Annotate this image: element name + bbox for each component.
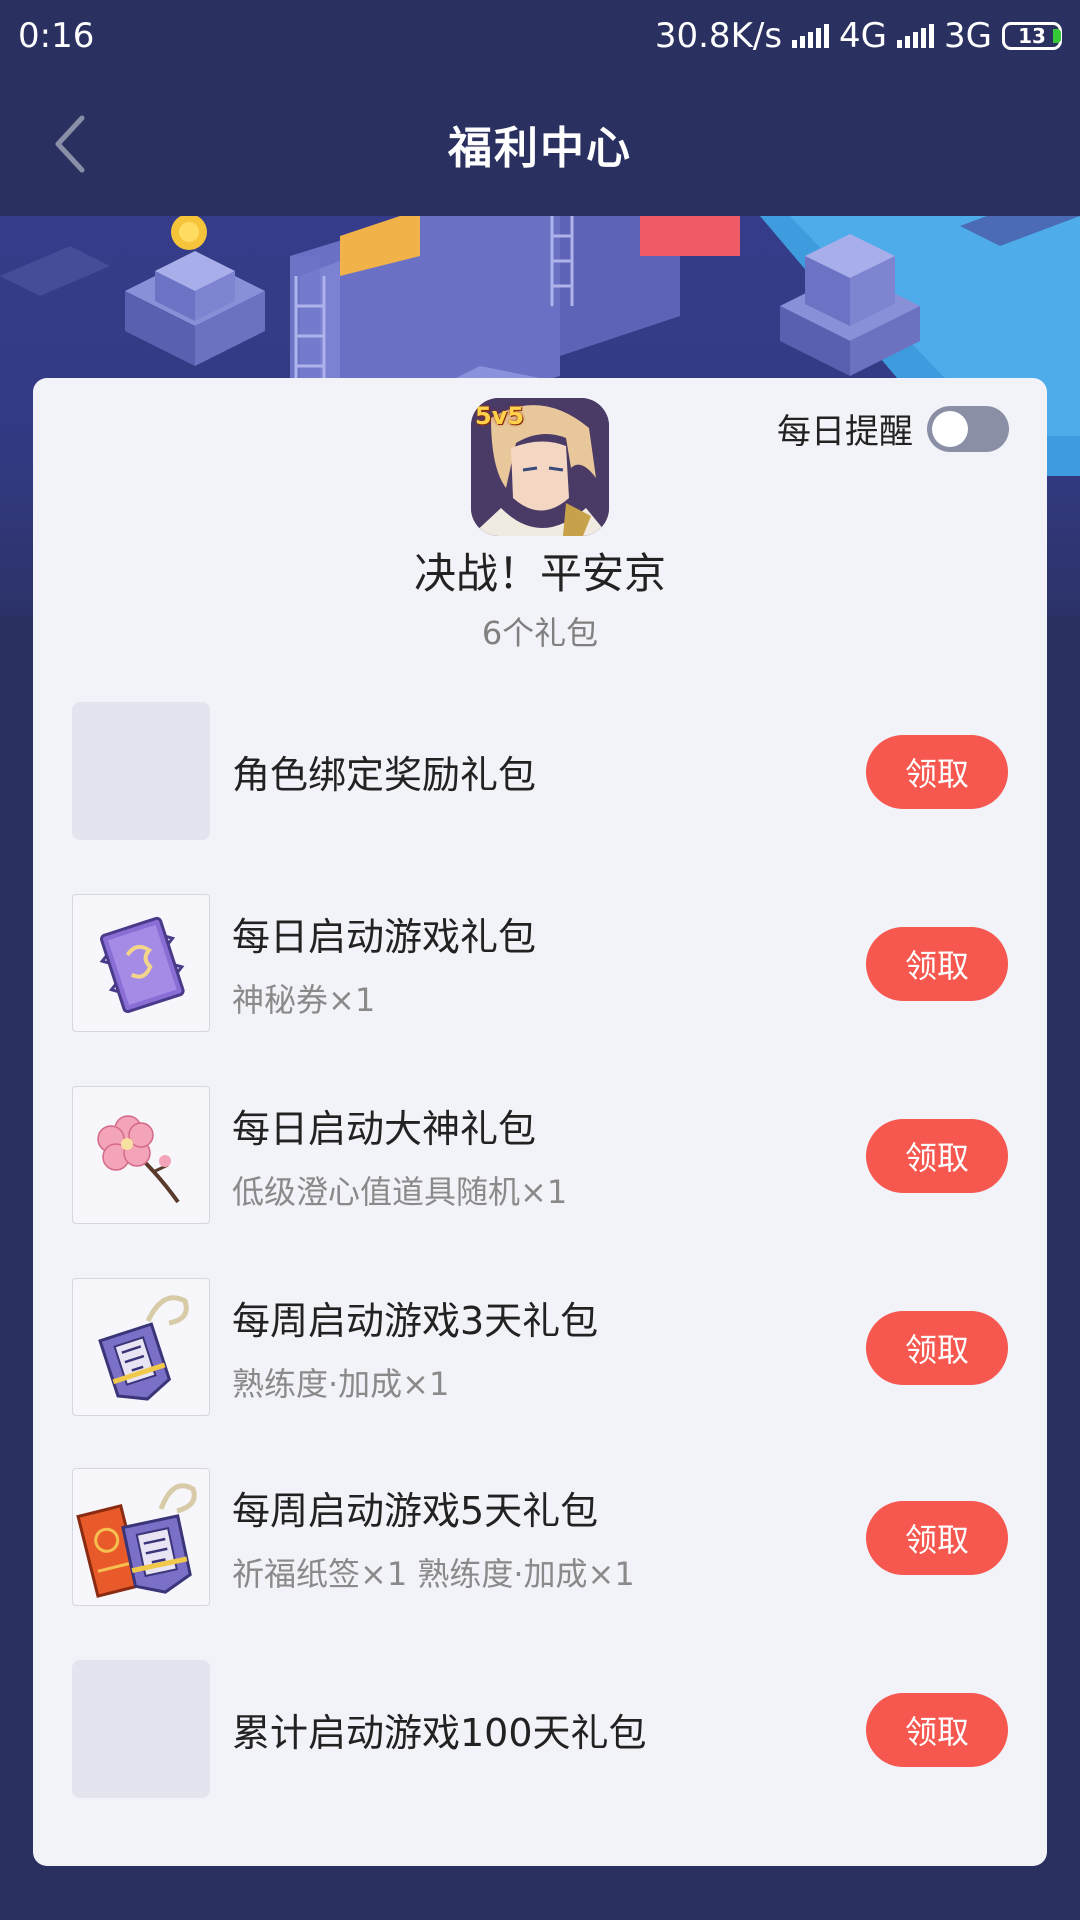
gift-name: 角色绑定奖励礼包 (232, 752, 537, 797)
gift-text: 每日启动大神礼包 低级澄心值道具随机×1 (232, 1086, 852, 1224)
gift-desc: 祈福纸签×1 熟练度·加成×1 (232, 1554, 635, 1593)
signal-icon (792, 24, 830, 48)
gift-desc: 熟练度·加成×1 (232, 1364, 450, 1403)
gift-row: 累计启动游戏100天礼包 领取 (72, 1660, 1008, 1798)
claim-button[interactable]: 领取 (866, 927, 1008, 1001)
reminder-label: 每日提醒 (777, 412, 913, 452)
status-time: 0:16 (18, 16, 95, 56)
mystery-ticket-icon (72, 894, 210, 1032)
gift-row: 每日启动游戏礼包 神秘券×1 领取 (72, 894, 1008, 1032)
gift-row: 每日启动大神礼包 低级澄心值道具随机×1 领取 (72, 1086, 1008, 1224)
gift-name: 每周启动游戏3天礼包 (232, 1298, 599, 1343)
status-bar: 0:16 30.8K/s 4G 3G 13 (0, 0, 1080, 72)
game-name: 决战！平安京 (413, 549, 666, 598)
claim-button[interactable]: 领取 (866, 1119, 1008, 1193)
back-button[interactable] (40, 112, 100, 176)
gift-name: 每周启动游戏5天礼包 (232, 1488, 599, 1533)
gift-name: 每日启动游戏礼包 (232, 914, 537, 959)
page-title: 福利中心 (448, 123, 632, 174)
paper-slip-amulet-icon (72, 1468, 210, 1606)
toggle-knob (932, 410, 968, 447)
gift-count: 6个礼包 (481, 614, 599, 652)
charm-amulet-icon (72, 1278, 210, 1416)
gift-thumb-placeholder (72, 1660, 210, 1798)
gift-row: 角色绑定奖励礼包 领取 (72, 702, 1008, 840)
gift-text: 每周启动游戏5天礼包 祈福纸签×1 熟练度·加成×1 (232, 1468, 852, 1606)
gift-thumb-placeholder (72, 702, 210, 840)
gift-row: 每周启动游戏5天礼包 祈福纸签×1 熟练度·加成×1 领取 (72, 1468, 1008, 1606)
game-badge: 5v5 (475, 402, 525, 430)
gift-text: 每日启动游戏礼包 神秘券×1 (232, 894, 852, 1032)
gift-name: 每日启动大神礼包 (232, 1106, 537, 1151)
gift-text: 累计启动游戏100天礼包 (232, 1660, 852, 1798)
sakura-branch-icon (72, 1086, 210, 1224)
reminder-toggle[interactable] (927, 405, 1009, 452)
gift-row: 每周启动游戏3天礼包 熟练度·加成×1 领取 (72, 1278, 1008, 1416)
gift-text: 每周启动游戏3天礼包 熟练度·加成×1 (232, 1278, 852, 1416)
status-indicators: 30.8K/s 4G 3G 13 (655, 16, 1062, 56)
network-type-1: 4G (839, 16, 888, 56)
network-speed: 30.8K/s (654, 16, 783, 56)
claim-button[interactable]: 领取 (866, 1501, 1008, 1575)
gift-center-card: 5v5 每日提醒 决战！平安京 6个礼包 角色绑定奖励礼包 领取 每日启动游戏礼… (33, 378, 1047, 1866)
daily-reminder: 每日提醒 (777, 404, 1009, 453)
signal-icon-2 (897, 24, 935, 48)
network-type-2: 3G (944, 16, 992, 56)
gift-desc: 神秘券×1 (232, 980, 376, 1019)
claim-button[interactable]: 领取 (866, 735, 1008, 809)
gift-desc: 低级澄心值道具随机×1 (232, 1172, 568, 1211)
app-header: 福利中心 (0, 72, 1080, 216)
game-icon: 5v5 (471, 398, 609, 536)
battery-icon: 13 (1002, 22, 1062, 50)
claim-button[interactable]: 领取 (866, 1693, 1008, 1767)
gift-text: 角色绑定奖励礼包 (232, 702, 852, 840)
battery-level: 13 (1018, 24, 1046, 48)
gift-name: 累计启动游戏100天礼包 (232, 1710, 647, 1755)
chevron-left-icon (55, 115, 85, 173)
claim-button[interactable]: 领取 (866, 1311, 1008, 1385)
